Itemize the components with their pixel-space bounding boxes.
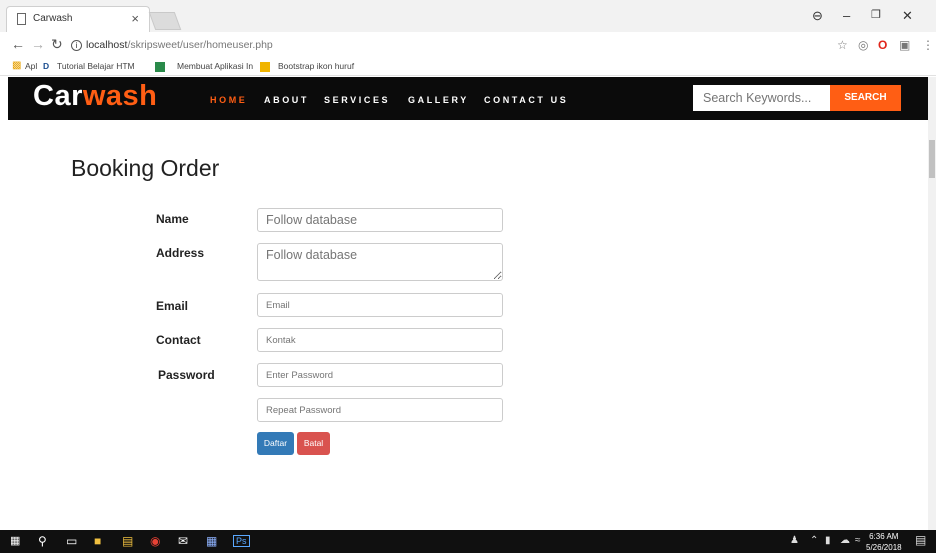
scrollbar-thumb[interactable] xyxy=(929,140,935,178)
windows-taskbar: ▦ ⚲ ▭ ■ ▤ ◉ ✉ ▦ Ps ♟ ⌃ ▮ ☁ ≈ 6:36 AM 5/2… xyxy=(0,530,936,553)
nav-contact-us[interactable]: CONTACT US xyxy=(484,95,568,105)
store-icon[interactable]: ■ xyxy=(94,534,101,548)
name-label: Name xyxy=(156,212,189,226)
bookmark-favicon-icon xyxy=(155,62,165,72)
close-window-icon[interactable]: ✕ xyxy=(902,8,913,24)
bookmarks-bar: ▩ Apl D Tutorial Belajar HTM Membuat Apl… xyxy=(0,58,936,76)
mail-icon[interactable]: ✉ xyxy=(178,534,188,548)
contact-label: Contact xyxy=(156,333,201,347)
minimize-icon[interactable]: – xyxy=(843,8,850,23)
site-navbar: Carwash HOME ABOUT SERVICES GALLERY CONT… xyxy=(8,77,928,120)
browser-tab[interactable]: Carwash × xyxy=(6,6,150,32)
notifications-icon[interactable]: ▤ xyxy=(915,533,926,547)
new-tab-button[interactable] xyxy=(148,12,182,30)
logo-suffix: wash xyxy=(82,80,158,112)
windows-start-icon[interactable]: ▦ xyxy=(10,534,20,547)
bookmark-favicon-icon: D xyxy=(43,61,50,71)
nav-home[interactable]: HOME xyxy=(210,95,247,105)
address-field[interactable] xyxy=(257,243,503,281)
bookmark-apl[interactable]: Apl xyxy=(25,61,37,71)
nav-services[interactable]: SERVICES xyxy=(324,95,390,105)
search-button[interactable]: SEARCH xyxy=(830,85,901,111)
address-label: Address xyxy=(156,246,205,260)
url-field[interactable]: i localhost/skripsweet/user/homeuser.php xyxy=(71,36,831,54)
name-field[interactable] xyxy=(257,208,503,232)
bookmark-favicon-icon xyxy=(260,62,270,72)
extension-icon[interactable]: ◎ xyxy=(858,38,868,52)
password-label: Password xyxy=(158,368,215,382)
batal-button[interactable]: Batal xyxy=(297,432,330,455)
file-explorer-icon[interactable]: ▤ xyxy=(122,534,133,548)
tab-close-icon[interactable]: × xyxy=(131,11,139,26)
address-bar: ← → ↻ i localhost/skripsweet/user/homeuse… xyxy=(0,32,936,58)
extension-square-icon[interactable]: ▣ xyxy=(899,38,910,52)
site-logo[interactable]: Carwash xyxy=(33,80,157,113)
tray-chevron-icon[interactable]: ⌃ xyxy=(810,535,818,546)
bookmark-aplikasi[interactable]: Membuat Aplikasi In xyxy=(177,61,253,71)
app-icon[interactable]: ▦ xyxy=(206,534,217,548)
bookmark-bootstrap[interactable]: Bootstrap ikon huruf xyxy=(278,61,354,71)
star-icon[interactable]: ☆ xyxy=(837,38,848,52)
battery-icon[interactable]: ▮ xyxy=(825,535,831,546)
nav-gallery[interactable]: GALLERY xyxy=(408,95,469,105)
contact-field[interactable] xyxy=(257,328,503,352)
info-icon[interactable]: i xyxy=(71,39,82,51)
bookmark-tutorial[interactable]: Tutorial Belajar HTM xyxy=(57,61,135,71)
taskbar-clock[interactable]: 6:36 AM 5/26/2018 xyxy=(866,531,902,553)
page-icon xyxy=(17,13,26,25)
daftar-button[interactable]: Daftar xyxy=(257,432,294,455)
profile-icon[interactable]: ⊖ xyxy=(812,8,823,24)
chrome-icon[interactable]: ◉ xyxy=(150,534,160,548)
email-label: Email xyxy=(156,299,189,313)
search-icon[interactable]: ⚲ xyxy=(38,534,47,548)
search-input[interactable] xyxy=(693,85,830,111)
password-field[interactable] xyxy=(257,363,503,387)
task-view-icon[interactable]: ▭ xyxy=(66,534,77,548)
reload-icon[interactable]: ↻ xyxy=(51,36,63,53)
opera-icon[interactable]: O xyxy=(878,38,887,52)
url-path: /skripsweet/user/homeuser.php xyxy=(127,39,273,51)
logo-prefix: Car xyxy=(33,80,83,112)
url-host: localhost xyxy=(86,39,128,51)
forward-icon[interactable]: → xyxy=(31,36,45,52)
people-icon[interactable]: ♟ xyxy=(790,535,799,546)
repeat-password-field[interactable] xyxy=(257,398,503,422)
clock-date: 5/26/2018 xyxy=(866,543,902,552)
clock-time: 6:36 AM xyxy=(869,532,899,541)
page-title: Booking Order xyxy=(71,155,220,181)
restore-icon[interactable]: ❐ xyxy=(871,8,881,21)
wifi-icon[interactable]: ≈ xyxy=(855,535,861,546)
cloud-icon[interactable]: ☁ xyxy=(840,535,850,546)
apps-icon[interactable]: ▩ xyxy=(12,60,21,71)
email-field[interactable] xyxy=(257,293,503,317)
nav-about[interactable]: ABOUT xyxy=(264,95,309,105)
photoshop-icon[interactable]: Ps xyxy=(233,535,250,547)
back-icon[interactable]: ← xyxy=(11,36,25,52)
tab-title: Carwash xyxy=(33,13,73,24)
browser-tab-bar: Carwash × ⊖ – ❐ ✕ xyxy=(0,0,936,32)
menu-icon[interactable]: ⋮ xyxy=(922,38,934,52)
